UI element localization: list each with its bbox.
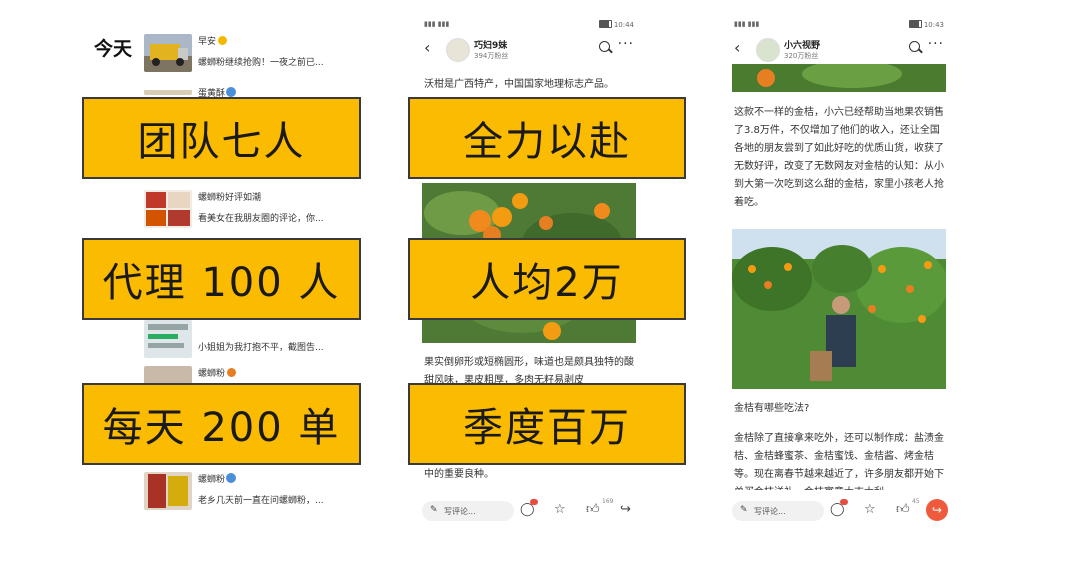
feed-thumbnail [144, 34, 192, 72]
article-panel-2: ▮▮▮ ▮▮▮ 10:43 ‹ 小六视野 320万粉丝 ··· 这款不一样的金桔… [728, 18, 950, 526]
notification-dot [530, 499, 538, 505]
banner-effort: 全力以赴 [408, 97, 686, 179]
star-icon[interactable]: ☆ [554, 502, 566, 517]
share-icon[interactable]: ↪ [926, 499, 948, 521]
feed-item-title: 早安 [198, 37, 217, 47]
feed-item-text: 小姐姐为我打抱不平，截图告... [198, 343, 324, 353]
top-photo-strip [732, 64, 946, 92]
notification-dot [840, 499, 848, 505]
avatar[interactable] [756, 38, 780, 62]
article-question: 金桔有哪些吃法? [734, 403, 810, 414]
feed-item-text: 老乡几天前一直在问螺蛳粉，... [198, 496, 324, 506]
badge-icon [226, 473, 237, 483]
smile-icon [227, 368, 237, 377]
comment-input[interactable]: ✎ 写评论... [422, 501, 514, 521]
article-intro: 沃柑是广西特产，中国国家地理标志产品。 [424, 79, 614, 90]
feed-item-text: 螺蛳粉继续抢购！一夜之前已... [198, 58, 324, 68]
battery-icon [598, 20, 612, 28]
comment-input[interactable]: ✎ 写评论... [732, 501, 824, 521]
article-paragraph-1: 这款不一样的金桔，小六已经帮助当地果农销售了3.8万件，不仅增加了他们的收入，还… [734, 107, 944, 208]
article-header: ‹ 巧妇9妹 394万粉丝 ··· [418, 36, 640, 64]
article-tail: 中的重要良种。 [424, 469, 494, 480]
banner-agents: 代理 100 人 [82, 238, 361, 320]
feed-thumbnail [144, 85, 192, 95]
fans-count: 320万粉丝 [784, 52, 819, 60]
article-header: ‹ 小六视野 320万粉丝 ··· [728, 36, 950, 64]
status-bar: ▮▮▮ ▮▮▮ 10:44 [418, 20, 640, 32]
signal-icon: ▮▮▮ ▮▮▮ [734, 20, 760, 28]
status-time: 10:44 [613, 21, 634, 29]
like-count: 169 [602, 498, 614, 505]
status-bar: ▮▮▮ ▮▮▮ 10:43 [728, 20, 950, 32]
feed-item[interactable]: 螺蛳粉 老乡几天前一直在问螺蛳粉，... [144, 472, 354, 512]
feed-thumbnail [144, 472, 192, 510]
back-arrow-icon[interactable]: ‹ [734, 38, 740, 57]
banner-quarterly: 季度百万 [408, 383, 686, 465]
banner-per-person: 人均2万 [408, 238, 686, 320]
search-icon[interactable] [599, 41, 610, 52]
feed-item-title: 螺蛳粉好评如潮 [198, 193, 262, 203]
status-time: 10:43 [923, 21, 944, 29]
more-icon[interactable]: ··· [618, 36, 634, 52]
kumquat-orchard-photo [732, 229, 946, 389]
feed-item-title: 螺蛳粉 [198, 369, 226, 379]
banner-team: 团队七人 [82, 97, 361, 179]
fans-count: 394万粉丝 [474, 52, 509, 60]
back-arrow-icon[interactable]: ‹ [424, 38, 430, 57]
feed-item[interactable]: 早安 螺蛳粉继续抢购！一夜之前已... [144, 34, 354, 74]
battery-icon [908, 20, 922, 28]
feed-item[interactable]: 小姐姐为我打抱不平，截图告... [144, 320, 354, 360]
search-icon[interactable] [909, 41, 920, 52]
author-name[interactable]: 小六视野 [784, 38, 820, 51]
feed-item-text: 看美女在我朋友圈的评论，你... [198, 214, 324, 224]
badge-icon [226, 87, 237, 97]
feed-item-title: 螺蛳粉 [198, 475, 226, 485]
share-icon[interactable]: ↪ [620, 502, 631, 517]
feed-item[interactable]: 蛋黄酥 [144, 85, 354, 99]
more-icon[interactable]: ··· [928, 36, 944, 52]
banner-daily: 每天 200 单 [82, 383, 361, 465]
feed-thumbnail [144, 190, 192, 228]
avatar[interactable] [446, 38, 470, 62]
sun-icon [218, 36, 228, 45]
feed-thumbnail [144, 320, 192, 358]
bottom-action-bar: ✎ 写评论... ◯ ☆ 👍︎ 45 ↪ [728, 496, 950, 526]
like-count: 45 [912, 498, 920, 505]
author-name[interactable]: 巧妇9妹 [474, 38, 507, 51]
feed-thumbnail [144, 366, 192, 384]
feed-heading: 今天 [94, 38, 133, 60]
bottom-action-bar: ✎ 写评论... ◯ ☆ 👍︎ 169 ↪ [418, 496, 640, 526]
signal-icon: ▮▮▮ ▮▮▮ [424, 20, 450, 28]
pen-icon: ✎ [430, 505, 438, 515]
article-paragraph-2: 金桔除了直接拿来吃外，还可以制作成：盐渍金桔、金桔蜂蜜茶、金桔蜜饯、金桔酱、烤金… [734, 433, 944, 490]
thumb-up-icon[interactable]: 👍︎ [586, 502, 600, 517]
star-icon[interactable]: ☆ [864, 502, 876, 517]
thumb-up-icon[interactable]: 👍︎ [896, 502, 910, 517]
feed-item[interactable]: 螺蛳粉好评如潮 看美女在我朋友圈的评论，你... [144, 190, 354, 230]
pen-icon: ✎ [740, 505, 748, 515]
